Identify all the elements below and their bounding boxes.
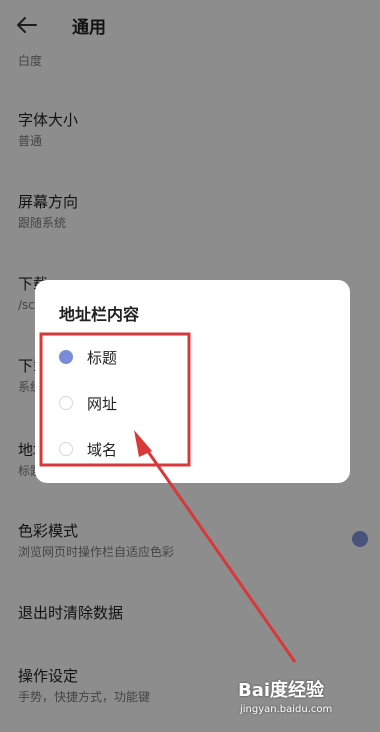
radio-unchecked-icon[interactable] [59,396,73,410]
option-label: 网址 [87,395,118,413]
option-url[interactable]: 网址 [59,388,319,422]
option-label: 域名 [87,441,118,459]
option-domain[interactable]: 域名 [59,434,319,468]
baidu-jingyan-logo: Bai度经验 [238,680,325,701]
address-bar-dialog: 地址栏内容 标题 网址 域名 [35,280,350,483]
dialog-title: 地址栏内容 [59,305,140,324]
radio-checked-icon[interactable] [59,350,73,364]
watermark-url: jingyan.baidu.com [240,704,333,715]
radio-unchecked-icon[interactable] [59,442,73,456]
option-title[interactable]: 标题 [59,342,319,376]
watermark: Bai度经验 jingyan.baidu.com [238,676,378,724]
option-label: 标题 [87,349,118,367]
